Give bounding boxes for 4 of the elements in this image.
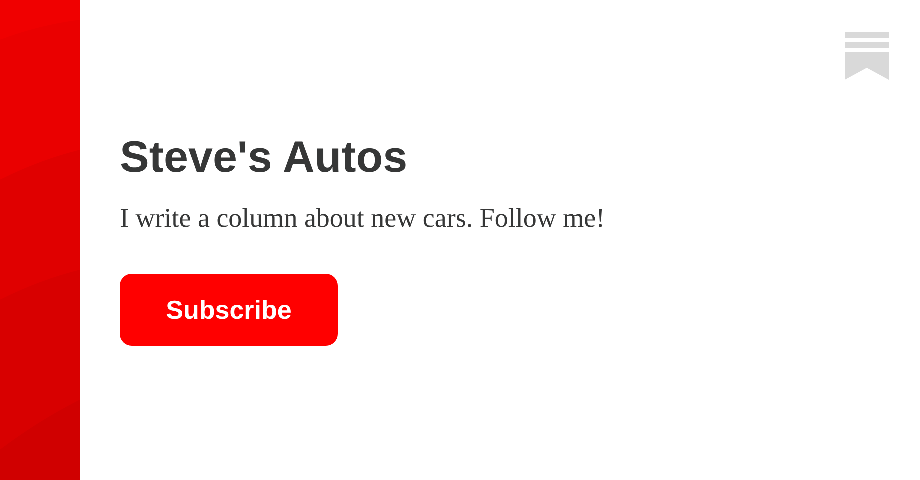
subscribe-button[interactable]: Subscribe — [120, 274, 338, 346]
bookmark-icon — [845, 32, 889, 80]
publication-description: I write a column about new cars. Follow me! — [120, 202, 606, 235]
publication-title: Steve's Autos — [120, 132, 408, 184]
